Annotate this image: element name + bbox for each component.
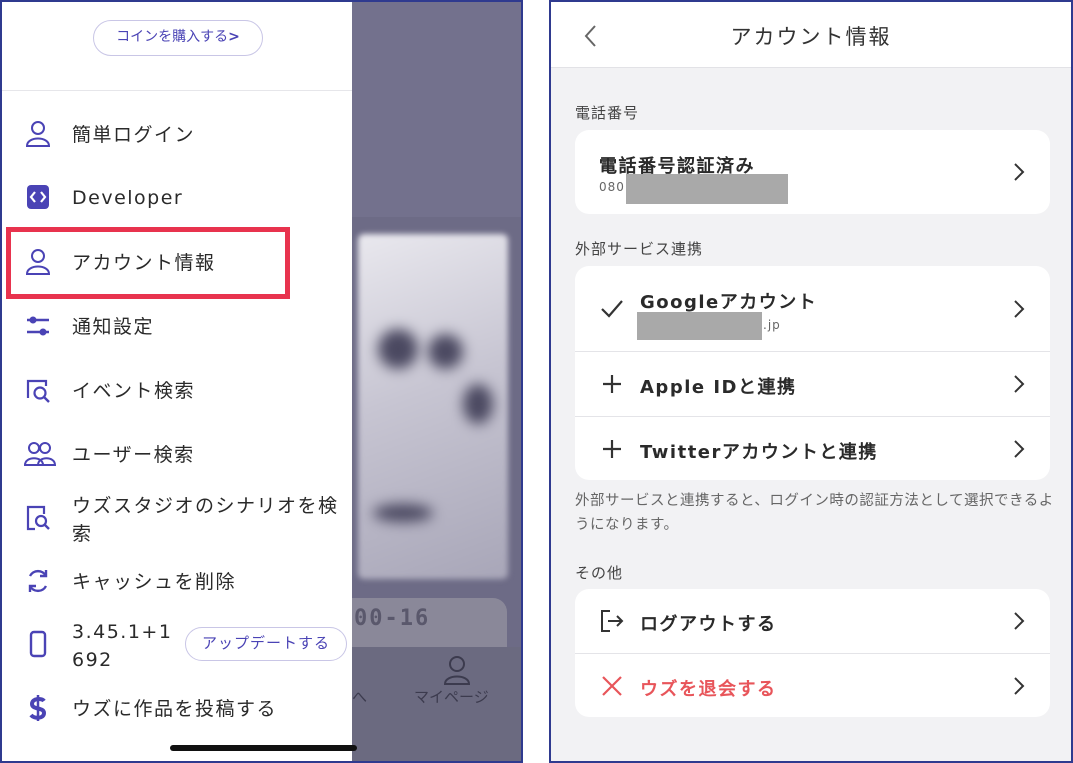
apple-id-row[interactable]: Apple IDと連携	[575, 352, 1050, 416]
menu-item-event-search[interactable]: イベント検索	[2, 376, 352, 406]
code-icon	[27, 185, 49, 209]
users-icon	[24, 442, 56, 466]
redacted-google-email	[637, 312, 762, 340]
dimmed-background-screen: 00-16 へ マイページ	[352, 2, 521, 761]
refresh-icon	[28, 569, 48, 593]
background-header	[352, 2, 521, 217]
menu-item-label: 簡単ログイン	[72, 124, 196, 146]
phone-icon	[29, 630, 47, 658]
phone-verified-row[interactable]: 電話番号認証済み 080	[575, 130, 1050, 214]
menu-item-label: キャッシュを削除	[72, 571, 237, 593]
left-screenshot-panel: 00-16 へ マイページ コインを購入する> 簡単ログイン Developer…	[0, 0, 523, 763]
update-app-label: アップデートする	[201, 634, 330, 652]
apple-id-title: Apple IDと連携	[640, 377, 797, 398]
sliders-icon	[27, 316, 49, 336]
plus-icon	[603, 440, 621, 458]
background-ribbon: 00-16	[352, 598, 507, 648]
twitter-row[interactable]: Twitterアカウントと連携	[575, 417, 1050, 480]
app-version-label: 3.45.1+1692	[72, 621, 173, 671]
chevron-right-icon: >	[228, 29, 240, 45]
chevron-right-icon	[1014, 300, 1025, 318]
menu-item-post-work[interactable]: ウズに作品を投稿する	[2, 694, 352, 724]
side-drawer: コインを購入する> 簡単ログイン Developer アカウント情報 通知設定 …	[2, 2, 357, 761]
background-tab-mypage: マイページ	[414, 688, 489, 706]
mypage-person-icon	[443, 656, 471, 685]
document-search-icon	[26, 505, 50, 531]
google-account-title: Googleアカウント	[640, 292, 818, 313]
home-indicator	[170, 745, 357, 751]
event-search-icon	[26, 379, 50, 403]
dollar-icon	[29, 695, 47, 721]
menu-item-notification-settings[interactable]: 通知設定	[2, 312, 352, 342]
chevron-right-icon	[1014, 163, 1025, 181]
section-label-phone: 電話番号	[575, 104, 640, 122]
logout-title: ログアウトする	[640, 614, 777, 635]
navigation-bar: アカウント情報	[551, 2, 1071, 68]
withdraw-row[interactable]: ウズを退会する	[575, 654, 1050, 717]
menu-item-scenario-search[interactable]: ウズスタジオのシナリオを検索	[2, 492, 352, 548]
external-services-card: Googleアカウント .jp Apple IDと連携 Twitterアカウント…	[575, 266, 1050, 480]
menu-item-developer[interactable]: Developer	[2, 183, 352, 213]
phone-card: 電話番号認証済み 080	[575, 130, 1050, 214]
highlight-annotation-box	[6, 227, 290, 299]
chevron-right-icon	[1014, 612, 1025, 630]
menu-item-label: ユーザー検索	[72, 444, 195, 466]
close-icon	[602, 676, 622, 696]
background-blurred-card	[358, 234, 508, 579]
drawer-divider	[2, 90, 352, 91]
chevron-right-icon	[1014, 677, 1025, 695]
chevron-right-icon	[1014, 375, 1025, 393]
withdraw-title: ウズを退会する	[640, 679, 777, 700]
logout-row[interactable]: ログアウトする	[575, 589, 1050, 653]
background-tab-fragment: へ	[352, 688, 368, 706]
menu-item-label: ウズスタジオのシナリオを検索	[72, 495, 339, 545]
page-title: アカウント情報	[730, 25, 892, 49]
plus-icon	[603, 375, 621, 393]
section-label-external: 外部サービス連携	[575, 240, 704, 258]
menu-item-clear-cache[interactable]: キャッシュを削除	[2, 567, 352, 597]
twitter-title: Twitterアカウントと連携	[640, 442, 878, 463]
background-ribbon-text: 00-16	[354, 606, 431, 631]
menu-item-label: 通知設定	[72, 316, 155, 338]
right-screenshot-panel: アカウント情報 電話番号 電話番号認証済み 080 外部サービス連携 Googl…	[549, 0, 1073, 763]
menu-item-user-search[interactable]: ユーザー検索	[2, 440, 352, 470]
menu-item-label: Developer	[72, 187, 184, 209]
check-icon	[601, 300, 623, 318]
google-email-suffix: .jp	[763, 318, 781, 332]
other-card: ログアウトする ウズを退会する	[575, 589, 1050, 717]
phone-number-prefix: 080	[599, 180, 625, 194]
chevron-right-icon	[1014, 440, 1025, 458]
external-services-note: 外部サービスと連携すると、ログイン時の認証方法として選択できるようになります。	[575, 493, 1054, 533]
update-app-button[interactable]: アップデートする	[185, 627, 347, 661]
google-account-row[interactable]: Googleアカウント .jp	[575, 266, 1050, 351]
redacted-phone-number	[626, 174, 788, 204]
menu-item-easy-login[interactable]: 簡単ログイン	[2, 120, 352, 150]
menu-item-label: ウズに作品を投稿する	[72, 698, 278, 720]
buy-coins-label: コインを購入する	[116, 29, 229, 45]
logout-icon	[601, 610, 624, 632]
buy-coins-button[interactable]: コインを購入する>	[93, 20, 263, 56]
menu-item-label: イベント検索	[72, 380, 196, 402]
person-icon	[25, 121, 51, 147]
section-label-other: その他	[575, 564, 624, 582]
